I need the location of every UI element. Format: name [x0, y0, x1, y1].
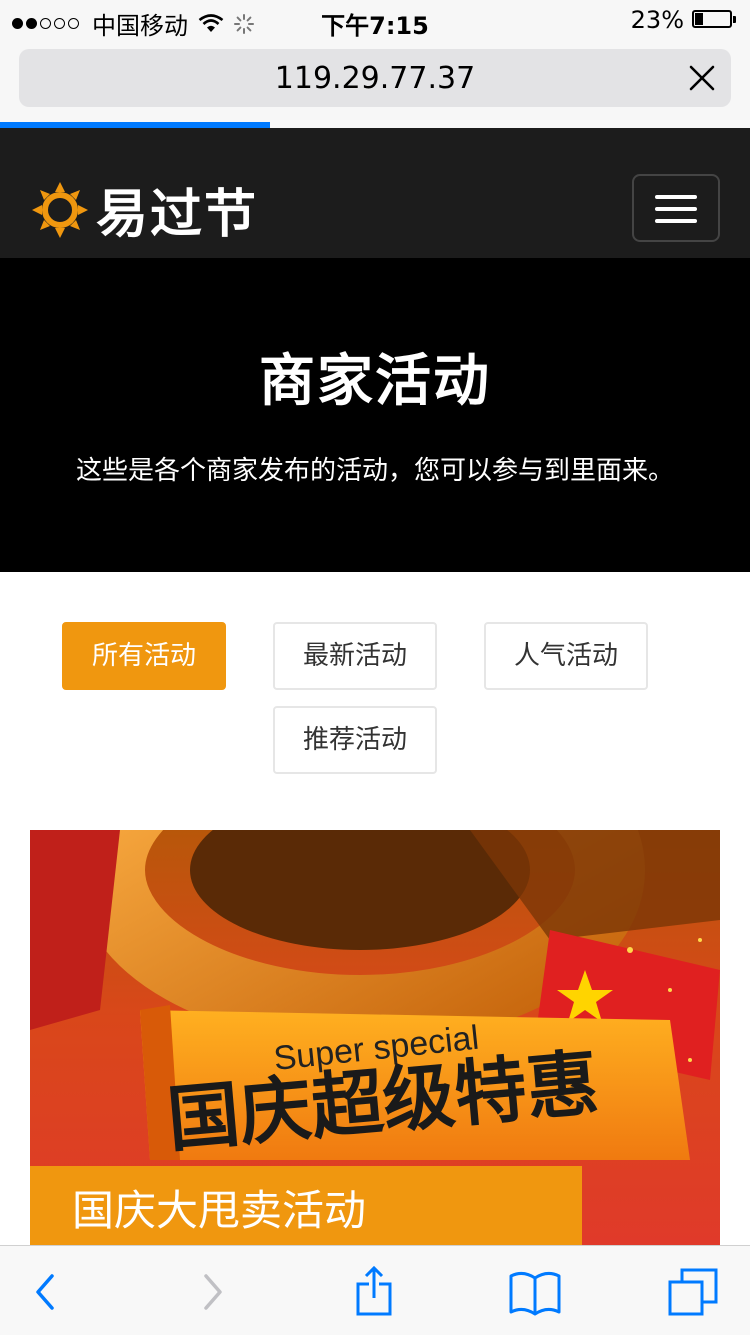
url-text[interactable]: 119.29.77.37	[19, 61, 731, 96]
share-icon[interactable]	[346, 1264, 402, 1320]
sun-icon	[32, 181, 88, 238]
hero-section: 商家活动 这些是各个商家发布的活动，您可以参与到里面来。	[0, 258, 750, 572]
battery-percent: 23%	[630, 6, 684, 34]
filter-all-button[interactable]: 所有活动	[62, 622, 226, 690]
logo-text: 易过节	[96, 185, 259, 245]
activity-caption[interactable]: 国庆大甩卖活动	[30, 1166, 582, 1246]
browser-toolbar	[0, 1245, 750, 1335]
filter-latest-button[interactable]: 最新活动	[273, 622, 437, 690]
browser-address-area: 119.29.77.37	[0, 40, 750, 128]
close-icon[interactable]	[687, 63, 717, 93]
status-right: 23%	[631, 6, 738, 34]
battery-icon	[692, 10, 738, 30]
filter-popular-button[interactable]: 人气活动	[484, 622, 648, 690]
page-title: 商家活动	[259, 349, 491, 414]
page-description: 这些是各个商家发布的活动，您可以参与到里面来。	[75, 456, 674, 486]
activity-card[interactable]: Super special 国庆超级特惠 国庆大甩卖活动	[30, 830, 720, 1246]
bookmarks-icon[interactable]	[507, 1264, 563, 1320]
address-bar[interactable]: 119.29.77.37	[19, 49, 731, 107]
menu-toggle-button[interactable]	[632, 174, 720, 242]
back-icon[interactable]	[20, 1264, 76, 1320]
filter-recommended-button[interactable]: 推荐活动	[273, 706, 437, 774]
forward-icon[interactable]	[184, 1264, 240, 1320]
site-logo[interactable]: 易过节	[30, 172, 258, 247]
status-bar: 中国移动 下午7:15 23%	[0, 0, 750, 40]
tabs-icon[interactable]	[666, 1264, 722, 1320]
battery-level	[695, 13, 703, 25]
site-navbar: 易过节	[0, 128, 750, 258]
